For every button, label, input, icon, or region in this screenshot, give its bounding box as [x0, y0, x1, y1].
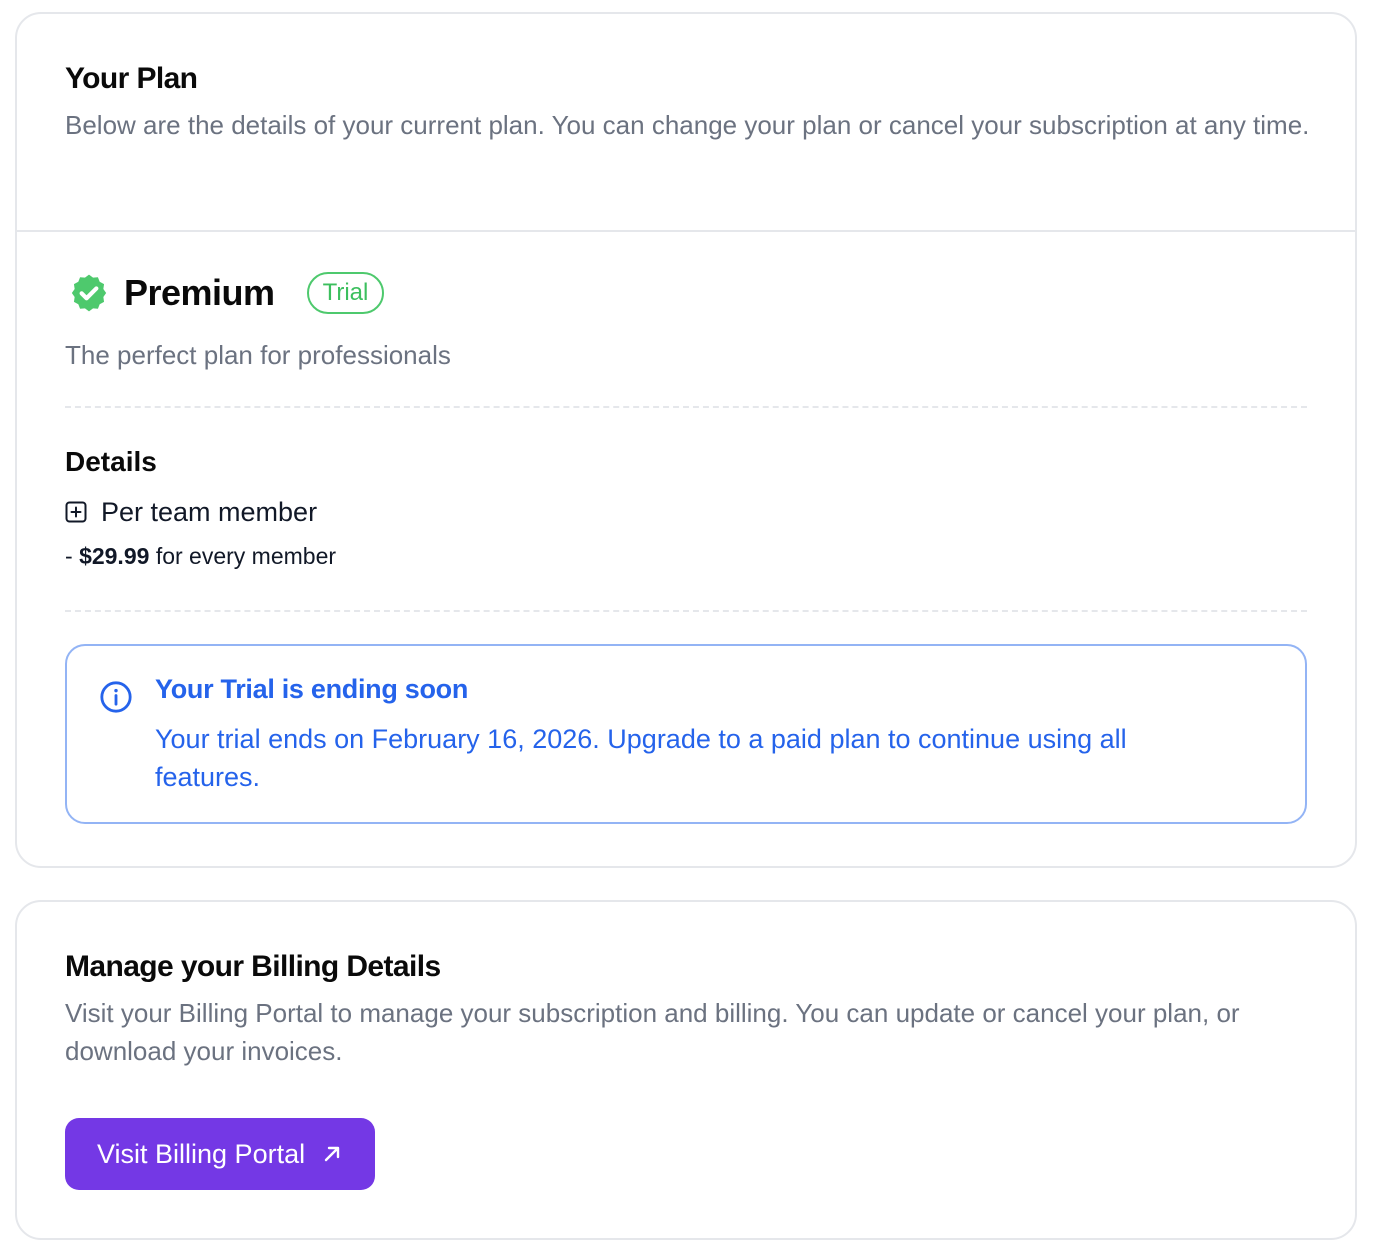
detail-item-per-team-member: Per team member: [65, 494, 1307, 530]
details-heading: Details: [65, 446, 157, 477]
section-divider: [65, 406, 1307, 408]
billing-card-body: Manage your Billing Details Visit your B…: [17, 902, 1355, 1190]
detail-item-label: Per team member: [101, 496, 318, 527]
plan-name: Premium: [124, 272, 275, 313]
info-circle-icon: [100, 681, 132, 713]
alert-text: Your trial ends on February 16, 2026. Up…: [155, 724, 1127, 792]
section-divider: [65, 610, 1307, 612]
verified-badge-icon: [71, 274, 107, 312]
billing-card-title: Manage your Billing Details: [65, 950, 441, 983]
plan-heading-row: Premium Trial: [65, 264, 1307, 322]
plan-card-description: Below are the details of your current pl…: [65, 110, 1310, 140]
price-prefix: -: [65, 543, 73, 569]
billing-card: Manage your Billing Details Visit your B…: [15, 900, 1357, 1240]
price-line: - $29.99 for every member: [65, 540, 1307, 572]
plan-card: Your Plan Below are the details of your …: [15, 12, 1357, 868]
alert-title: Your Trial is ending soon: [155, 674, 469, 704]
plan-body: Premium Trial The perfect plan for profe…: [17, 264, 1355, 824]
trial-ending-alert: Your Trial is ending soon Your trial end…: [65, 644, 1307, 824]
alert-content: Your Trial is ending soon Your trial end…: [155, 672, 1235, 796]
plan-card-title: Your Plan: [65, 62, 198, 95]
price-suffix: for every member: [155, 543, 337, 569]
plan-subtitle: The perfect plan for professionals: [65, 340, 451, 370]
billing-card-description: Visit your Billing Portal to manage your…: [65, 998, 1240, 1066]
trial-status-badge: Trial: [306, 272, 385, 314]
plan-card-header: Your Plan Below are the details of your …: [17, 14, 1355, 232]
arrow-up-right-icon: [324, 1146, 340, 1162]
visit-billing-portal-button[interactable]: Visit Billing Portal: [65, 1118, 376, 1190]
visit-billing-portal-label: Visit Billing Portal: [97, 1138, 306, 1169]
price-amount: $29.99: [79, 543, 150, 569]
plus-square-icon: [65, 501, 87, 523]
